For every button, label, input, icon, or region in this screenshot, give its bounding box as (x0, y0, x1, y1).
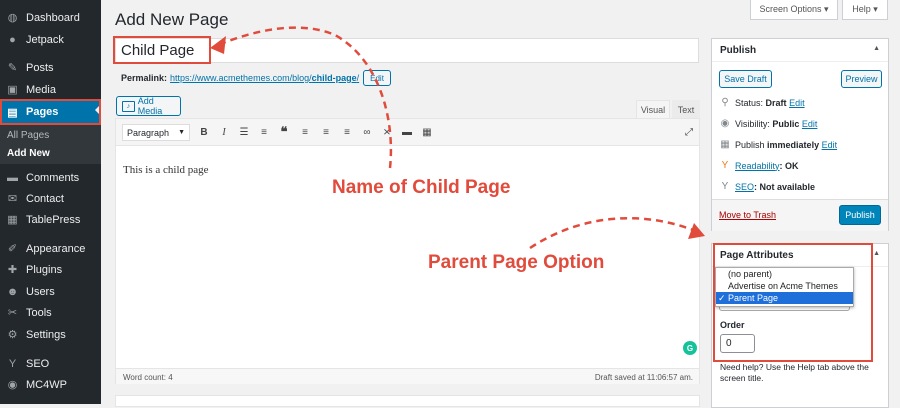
arrow-to-attributes (529, 217, 694, 250)
annotation-child-name: Name of Child Page (332, 177, 511, 198)
arrow-to-title (217, 26, 393, 169)
arrowhead-attributes (688, 223, 705, 239)
arrowhead-title (210, 36, 226, 54)
annotation-arrows (210, 26, 705, 250)
annotation-parent-option: Parent Page Option (428, 252, 605, 273)
